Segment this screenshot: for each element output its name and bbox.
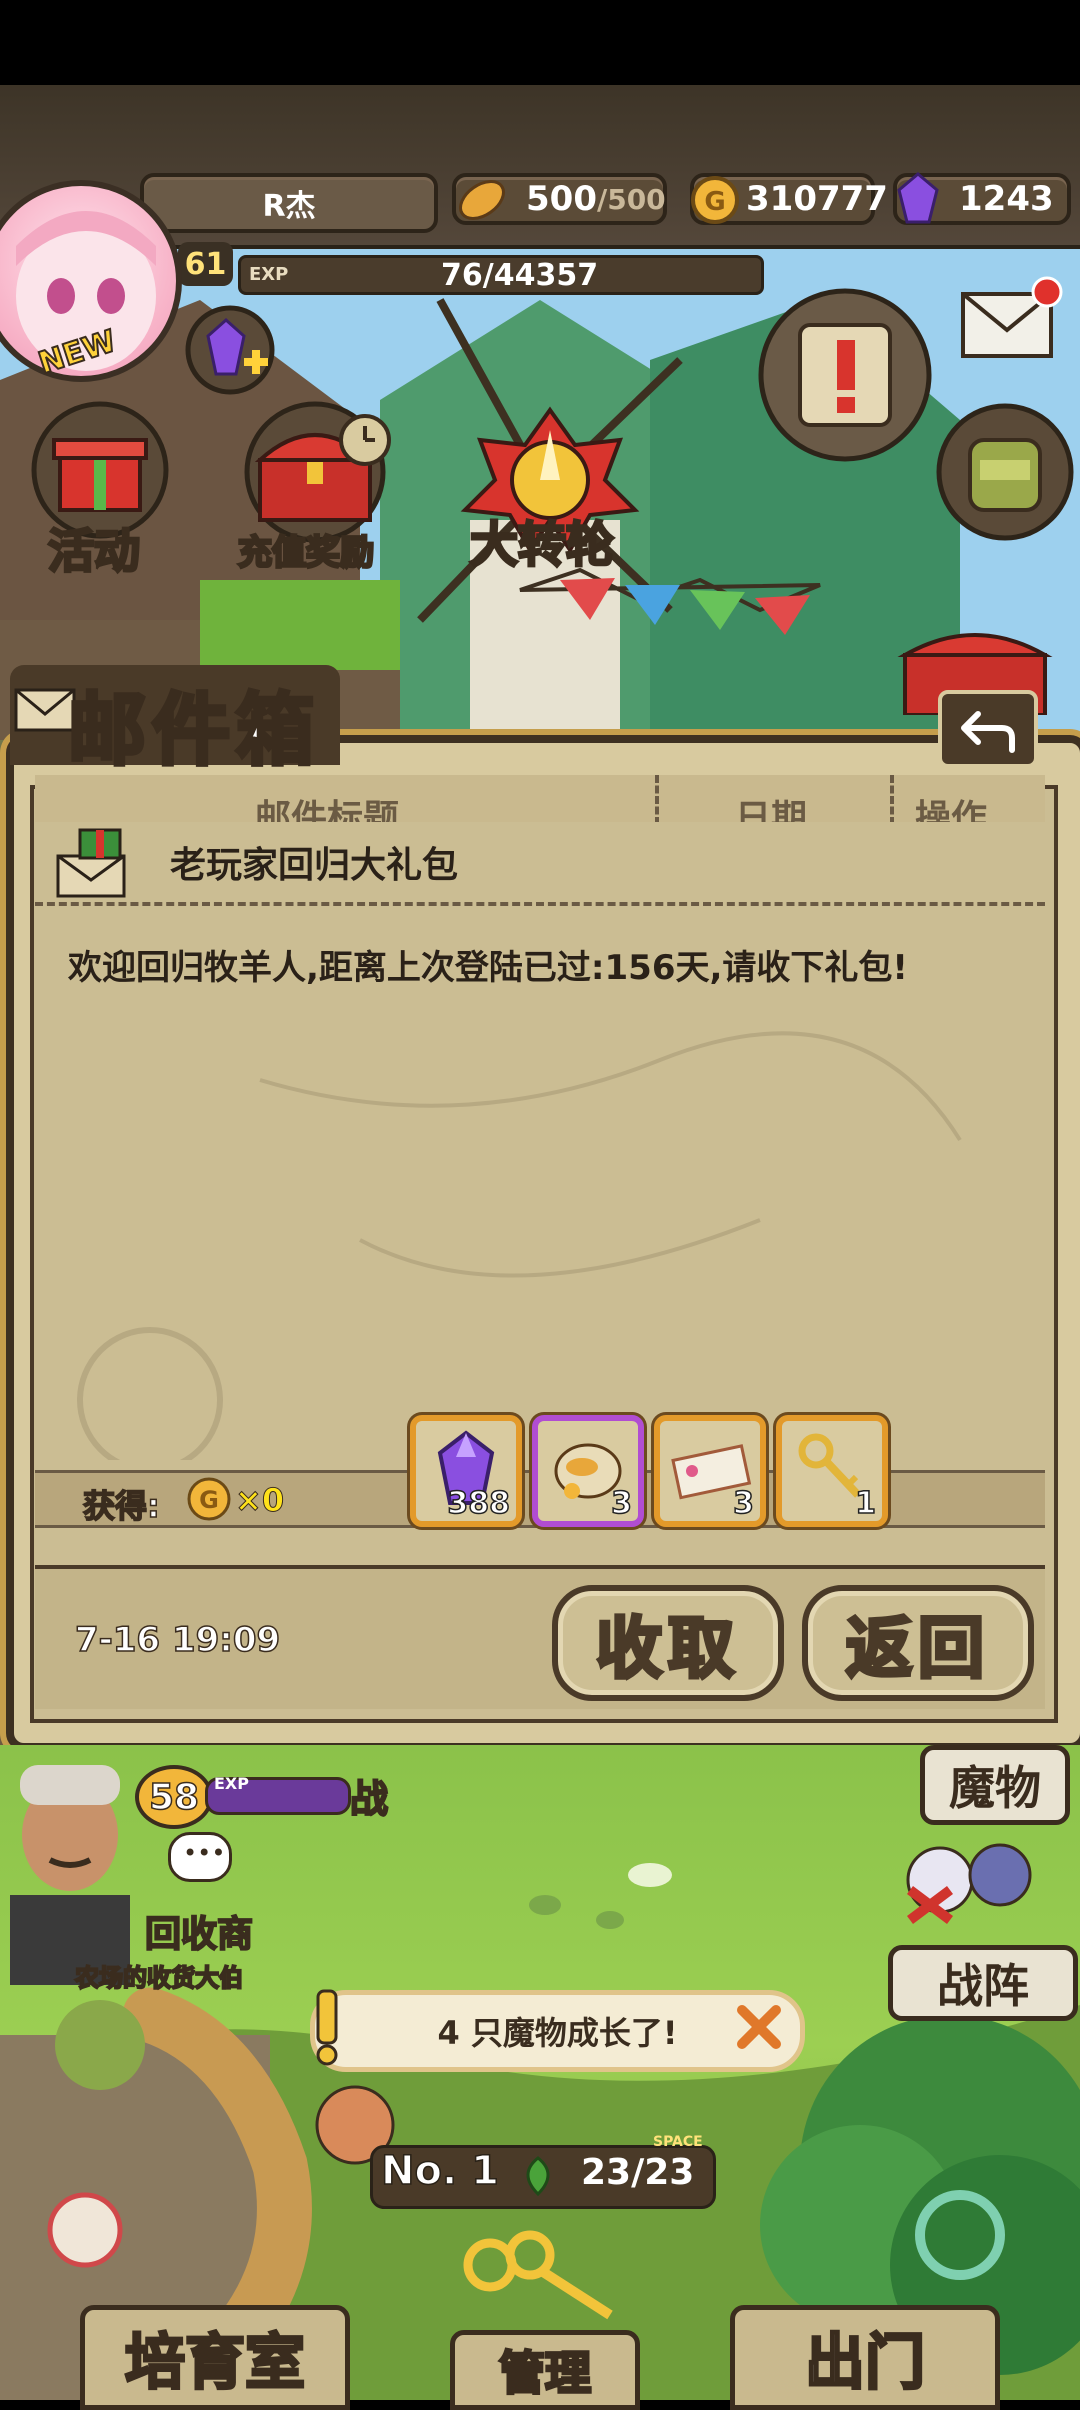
formation-label: 战阵: [937, 1959, 1029, 2013]
obtain-label: 获得:: [82, 1486, 160, 1526]
monster-sign[interactable]: 魔物: [920, 1745, 1070, 1825]
go-out-button[interactable]: 出门: [730, 2305, 1000, 2410]
purple-gem-icon: [897, 172, 939, 224]
return-arrow-icon: [961, 711, 1015, 753]
toast-text: 4 只魔物成长了!: [437, 2014, 678, 2052]
bread-icon: [459, 180, 505, 220]
go-out-label: 出门: [804, 2327, 927, 2400]
stamina-max: /500: [596, 182, 666, 216]
farm-capacity-bar: No. 1 SPACE 23/23: [370, 2134, 716, 2209]
reward-count: 388: [447, 1485, 511, 1522]
formation-sign[interactable]: 战阵: [888, 1945, 1078, 2021]
mailbox-title: 邮件箱: [66, 684, 321, 778]
merchant-exp-label: EXP: [214, 1774, 249, 1793]
merchant-name[interactable]: 回收商: [144, 1905, 254, 1957]
reward-count: 3: [610, 1485, 632, 1522]
gold-coin-icon: G: [187, 1477, 231, 1521]
quest-scroll-icon[interactable]: [755, 285, 935, 465]
exp-value: 76/44357: [441, 258, 599, 293]
reward-slot[interactable]: 388: [410, 1415, 522, 1527]
gem-value: 1243: [959, 179, 1054, 219]
player-name-plate[interactable]: R杰: [140, 173, 438, 233]
space-value: 23/23: [581, 2152, 695, 2193]
mail-message: 欢迎回归牧羊人,距离上次登陆已过:156天,请收下礼包!: [68, 948, 908, 988]
svg-text:G: G: [199, 1486, 219, 1514]
reward-slot[interactable]: 1: [776, 1415, 888, 1527]
merchant-exp-bar: EXP: [205, 1774, 351, 1815]
close-icon[interactable]: [732, 2000, 786, 2054]
monster-group-icon[interactable]: [890, 1820, 1070, 1940]
backpack-icon[interactable]: [935, 400, 1075, 550]
level-value: 61: [184, 246, 227, 282]
exp-label: EXP: [249, 264, 289, 285]
nursery-button[interactable]: 培育室: [80, 2305, 350, 2410]
gift-mail-icon: [56, 828, 126, 898]
merchant-subtitle: 农场的收货大伯: [74, 1963, 244, 1993]
mail-envelope-icon[interactable]: [955, 270, 1065, 370]
monster-label: 魔物: [949, 1761, 1041, 1815]
add-gem-button[interactable]: [182, 302, 278, 398]
notification-toast: 4 只魔物成长了!: [310, 1990, 805, 2072]
status-bar: [0, 0, 1080, 85]
exp-bar: EXP 76/44357: [238, 255, 764, 295]
exclamation-icon: [316, 1989, 338, 2066]
gold-value: 310777: [746, 179, 888, 219]
leaf-icon: [526, 2156, 550, 2197]
recharge-reward-label[interactable]: 充值奖励: [237, 525, 376, 575]
gold-amount: ×0: [234, 1481, 285, 1520]
return-button[interactable]: 返回: [802, 1585, 1034, 1701]
gold-coin-icon: G: [691, 176, 739, 224]
merchant-portrait[interactable]: [0, 1745, 130, 1985]
reward-count: 1: [854, 1485, 876, 1522]
chat-bubble-icon[interactable]: •••: [168, 1832, 232, 1882]
reward-count: 3: [732, 1485, 754, 1522]
space-label: SPACE: [653, 2134, 703, 2150]
keys-icon: [463, 2230, 613, 2320]
mail-list-header: 邮件标题 日期 操作: [35, 775, 1045, 828]
stamina-value: 500: [526, 179, 597, 219]
mail-subject: 老玩家回归大礼包: [170, 845, 459, 886]
manage-label: 管理: [498, 2345, 593, 2402]
battle-label[interactable]: 战: [349, 1768, 389, 1823]
collect-button[interactable]: 收取: [552, 1585, 784, 1701]
merchant-level: 58: [148, 1776, 200, 1819]
rank-label: No. 1: [380, 2147, 499, 2195]
mail-row[interactable]: 老玩家回归大礼包: [35, 822, 1045, 906]
svg-text:G: G: [704, 187, 725, 217]
wheel-label[interactable]: 大转轮: [468, 505, 615, 575]
merchant-level-badge: 58: [135, 1765, 213, 1829]
back-arrow-button[interactable]: [938, 690, 1038, 768]
player-name: R杰: [262, 189, 316, 224]
activity-label[interactable]: 活动: [47, 515, 142, 581]
nursery-label: 培育室: [124, 2327, 307, 2400]
faint-map-decoration: [77, 1031, 962, 1460]
reward-slot[interactable]: 3: [532, 1415, 644, 1527]
reward-slot[interactable]: 3: [654, 1415, 766, 1527]
level-badge: 61: [178, 242, 233, 286]
manage-button[interactable]: 管理: [450, 2330, 640, 2410]
mail-date: 7-16 19:09: [74, 1619, 281, 1661]
